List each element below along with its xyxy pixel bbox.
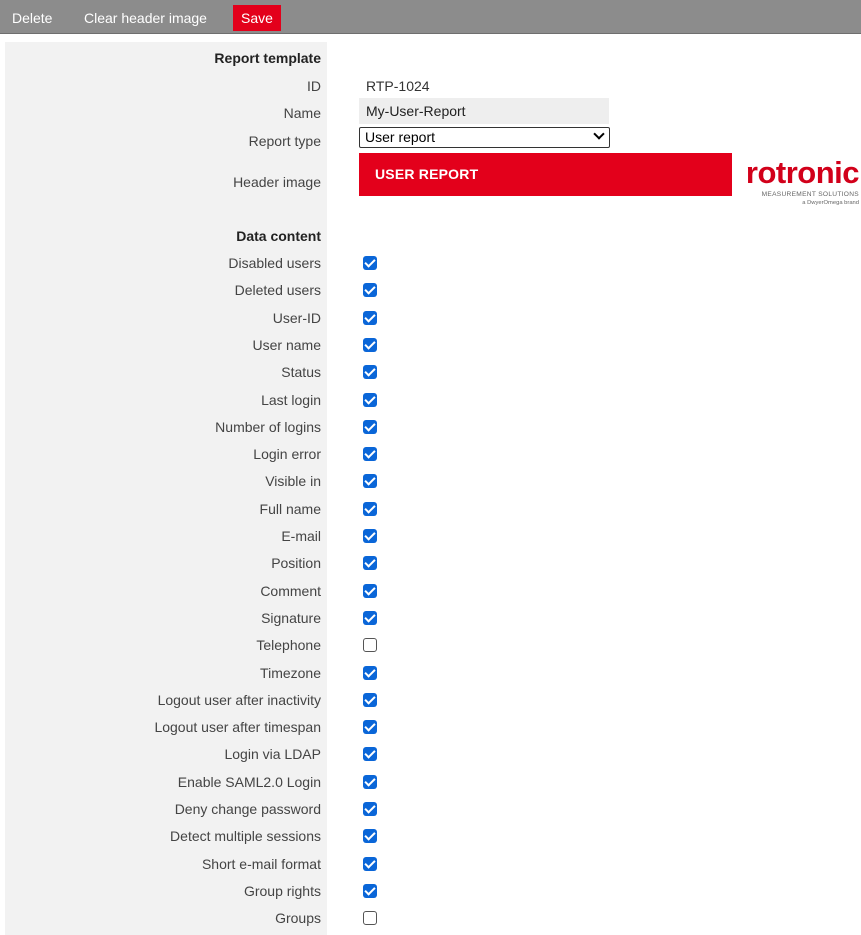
toolbar: Delete Clear header image Save: [0, 0, 861, 34]
item-label: Deny change password: [174, 801, 321, 817]
item-label: Logout user after timespan: [154, 719, 321, 735]
report-type-select[interactable]: User report: [359, 127, 610, 148]
item-label: Group rights: [243, 883, 321, 899]
item-checkbox[interactable]: [363, 857, 377, 871]
item-checkbox[interactable]: [363, 747, 377, 761]
item-label: Short e-mail format: [201, 856, 321, 872]
item-label: Enable SAML2.0 Login: [177, 774, 321, 790]
item-checkbox[interactable]: [363, 666, 377, 680]
item-checkbox[interactable]: [363, 283, 377, 297]
section-title-report-template: Report template: [214, 50, 321, 66]
item-checkbox[interactable]: [363, 693, 377, 707]
item-label: Logout user after inactivity: [157, 692, 321, 708]
item-label: Login via LDAP: [224, 746, 321, 762]
item-checkbox[interactable]: [363, 447, 377, 461]
item-label: Visible in: [265, 473, 321, 489]
item-checkbox[interactable]: [363, 911, 377, 925]
item-checkbox[interactable]: [363, 775, 377, 789]
item-label: E-mail: [281, 528, 321, 544]
item-label: Comment: [260, 583, 321, 599]
item-checkbox[interactable]: [363, 638, 377, 652]
report-type-label: Report type: [248, 133, 321, 149]
item-checkbox[interactable]: [363, 502, 377, 516]
item-checkbox[interactable]: [363, 365, 377, 379]
id-label: ID: [307, 78, 321, 94]
section-title-data-content: Data content: [236, 228, 321, 244]
logo-tagline: MEASUREMENT SOLUTIONS: [762, 191, 860, 198]
item-checkbox[interactable]: [363, 556, 377, 570]
item-label: Position: [271, 555, 321, 571]
item-checkbox[interactable]: [363, 311, 377, 325]
item-checkbox[interactable]: [363, 829, 377, 843]
logo-sub: a DwyerOmega brand: [802, 200, 859, 206]
item-checkbox[interactable]: [363, 474, 377, 488]
item-checkbox[interactable]: [363, 529, 377, 543]
item-checkbox[interactable]: [363, 802, 377, 816]
id-value: RTP-1024: [366, 78, 430, 94]
header-image-label: Header image: [233, 174, 321, 190]
item-label: Telephone: [256, 637, 321, 653]
item-checkbox[interactable]: [363, 338, 377, 352]
item-checkbox[interactable]: [363, 720, 377, 734]
item-label: Number of logins: [215, 419, 321, 435]
item-label: Last login: [261, 392, 321, 408]
chevron-down-icon: [593, 128, 605, 140]
name-label: Name: [283, 105, 321, 121]
header-image-banner: USER REPORT: [359, 153, 732, 196]
item-checkbox[interactable]: [363, 256, 377, 270]
item-label: Status: [281, 364, 321, 380]
save-button[interactable]: Save: [233, 5, 281, 31]
item-label: Detect multiple sessions: [170, 828, 321, 844]
item-checkbox[interactable]: [363, 584, 377, 598]
item-checkbox[interactable]: [363, 393, 377, 407]
item-label: Login error: [253, 446, 321, 462]
item-label: Groups: [275, 910, 321, 926]
item-label: Timezone: [260, 665, 321, 681]
item-checkbox[interactable]: [363, 420, 377, 434]
name-input[interactable]: [359, 98, 609, 124]
item-label: Full name: [259, 501, 321, 517]
item-label: Disabled users: [228, 255, 321, 271]
item-checkbox[interactable]: [363, 884, 377, 898]
item-checkbox[interactable]: [363, 611, 377, 625]
item-label: User-ID: [272, 310, 321, 326]
item-label: User name: [252, 337, 321, 353]
logo-brand: rotronic: [746, 155, 859, 190]
report-type-value: User report: [365, 129, 436, 145]
delete-button[interactable]: Delete: [5, 5, 59, 31]
rotronic-logo: rotronic MEASUREMENT SOLUTIONS a DwyerOm…: [746, 155, 860, 206]
item-label: Signature: [261, 610, 321, 626]
clear-header-image-button[interactable]: Clear header image: [77, 5, 214, 31]
item-label: Deleted users: [234, 282, 321, 298]
